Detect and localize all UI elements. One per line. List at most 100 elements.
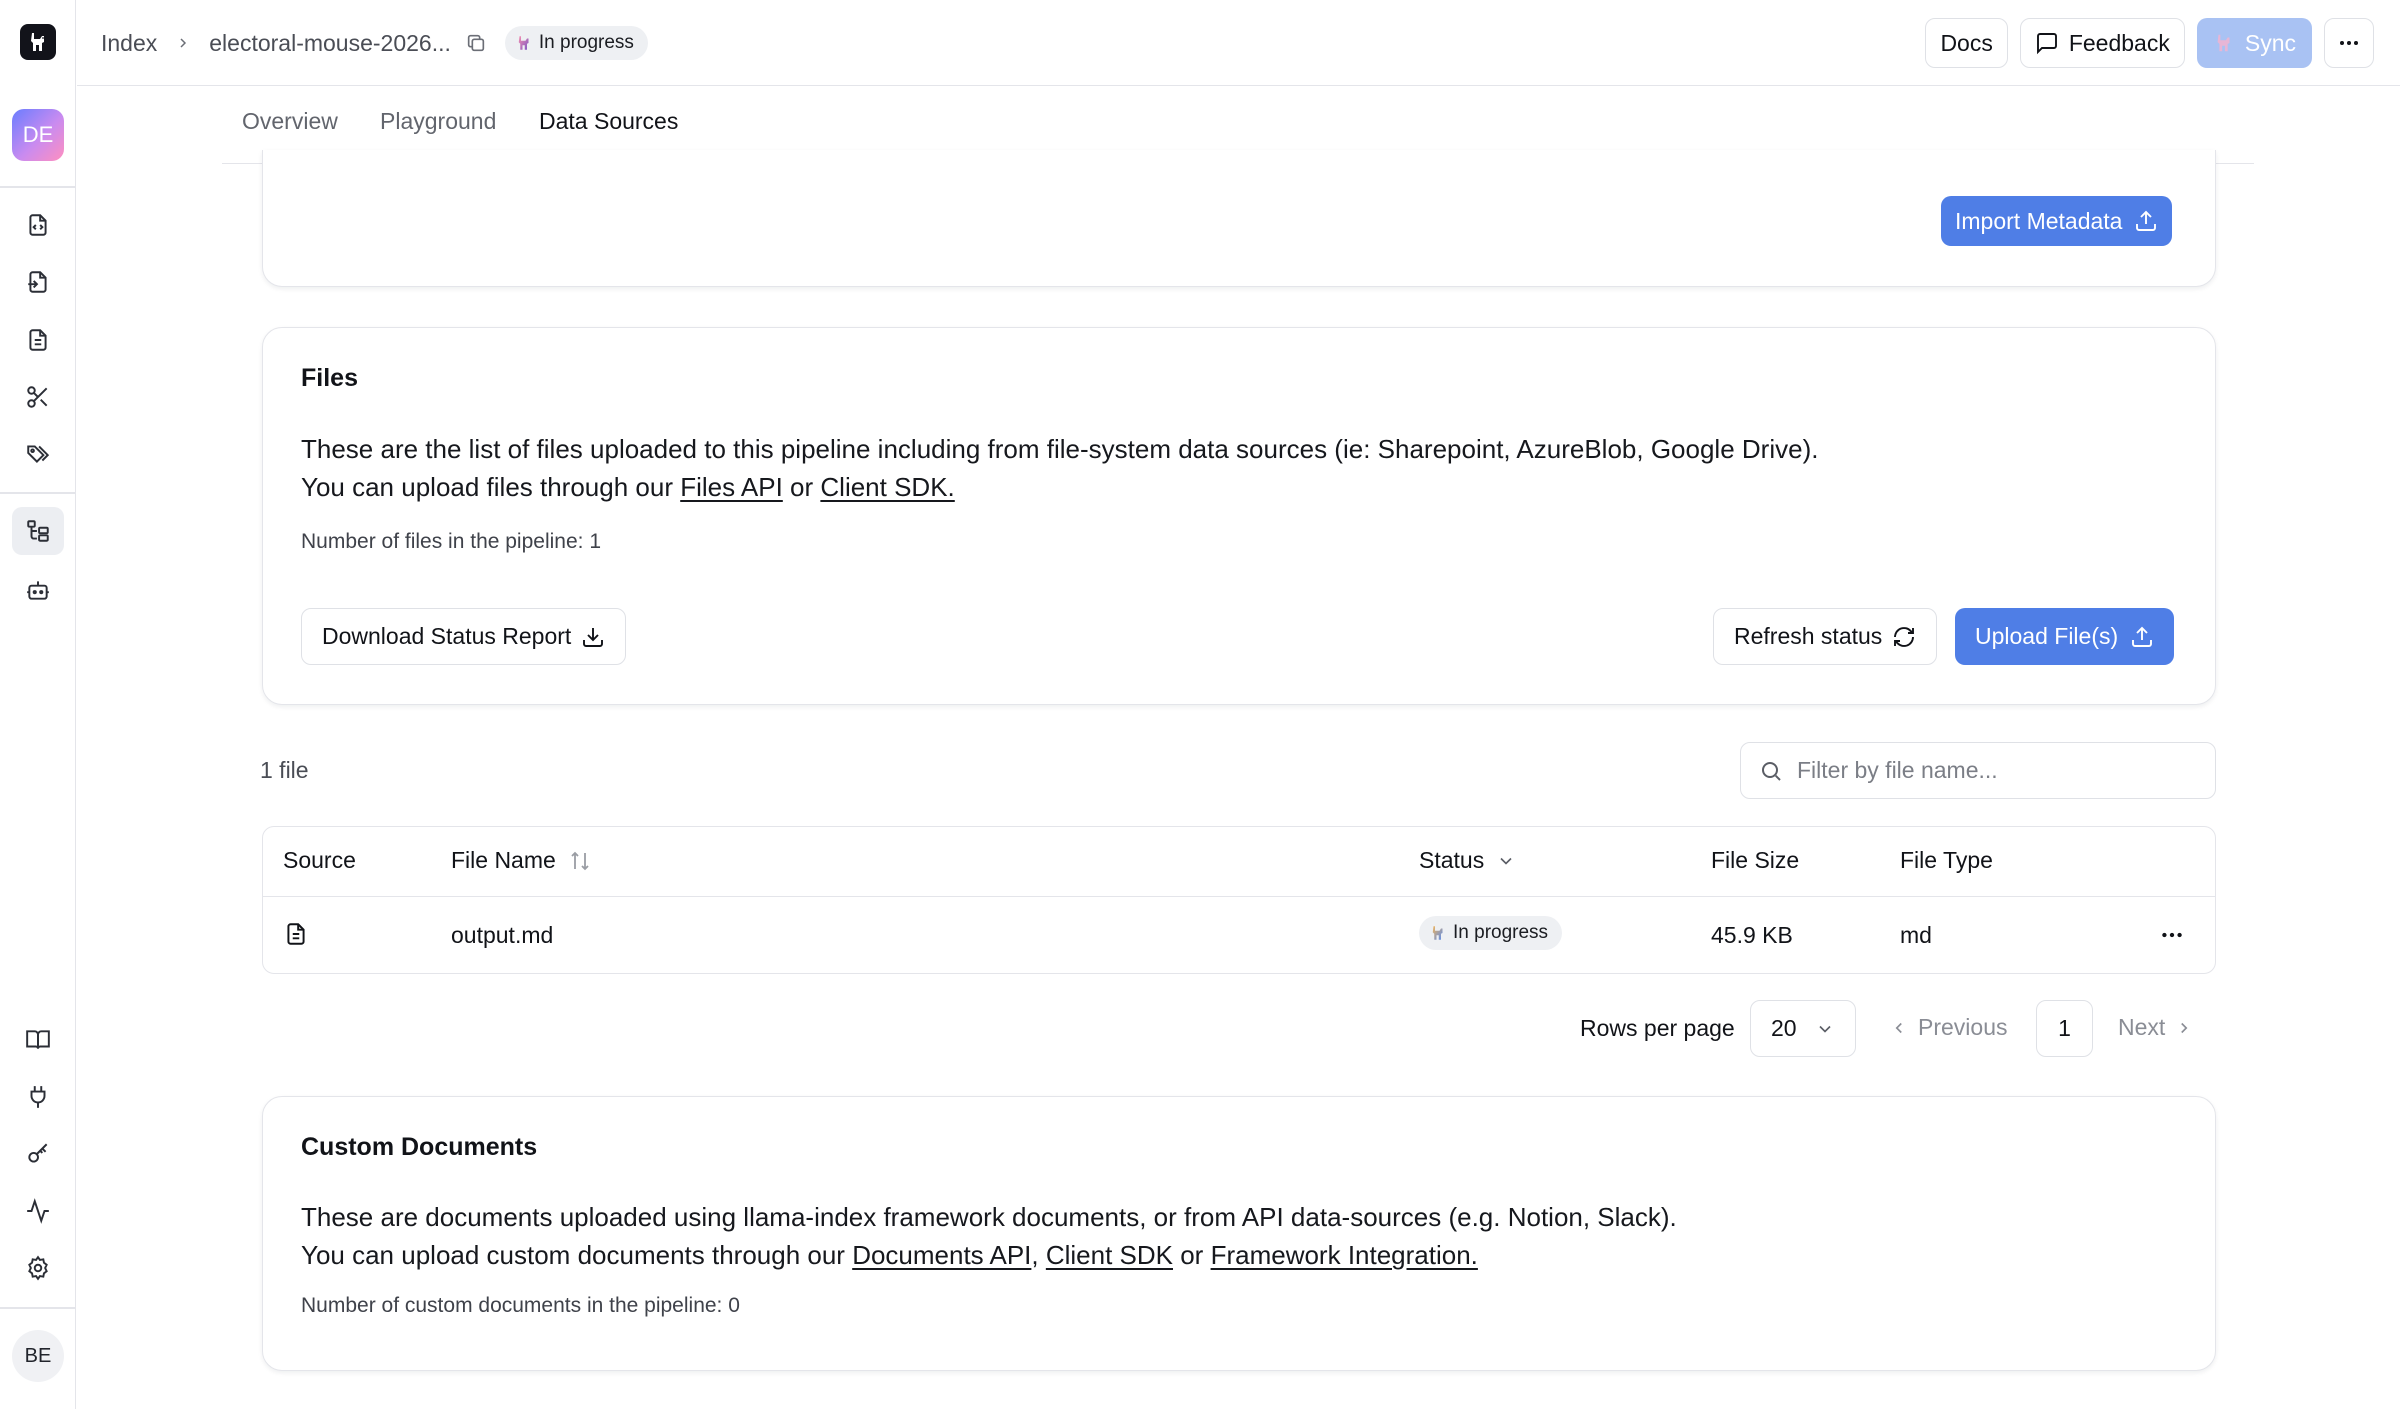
refresh-status-label: Refresh status [1734, 623, 1883, 649]
framework-integration-link[interactable]: Framework Integration. [1211, 1240, 1478, 1270]
files-line2-or: or [782, 472, 821, 502]
rail-divider [0, 186, 76, 188]
message-square-icon [2035, 31, 2059, 55]
chevron-right-icon [2175, 1019, 2193, 1037]
rows-per-page-select[interactable]: 20 [1750, 1000, 1856, 1057]
previous-page-button[interactable]: Previous [1890, 1014, 2007, 1041]
row-more-options-icon[interactable] [2159, 922, 2185, 948]
breadcrumb: Index electoral-mouse-2026... In progres… [101, 22, 648, 64]
column-file-type: File Type [1900, 847, 1993, 873]
rail-document-icon[interactable] [12, 316, 64, 364]
rows-per-page-label: Rows per page [1580, 1015, 1735, 1041]
custom-documents-title: Custom Documents [301, 1133, 538, 1161]
rail-integrations-plug-icon[interactable] [12, 1073, 64, 1121]
chevron-right-icon [175, 35, 191, 51]
import-metadata-label: Import Metadata [1955, 207, 2123, 234]
table-row[interactable]: output.md In progress 45.9 KB md [263, 898, 2215, 973]
file-filter-input[interactable] [1797, 757, 2197, 784]
file-text-icon [283, 921, 309, 947]
current-page-button[interactable]: 1 [2036, 1000, 2093, 1057]
refresh-icon [1892, 625, 1916, 649]
feedback-button[interactable]: Feedback [2019, 18, 2185, 68]
files-card-title: Files [301, 364, 358, 392]
llama-status-icon [1429, 924, 1447, 942]
files-table: Source File Name Status File Size File T… [262, 826, 2216, 974]
column-source: Source [283, 847, 356, 873]
rail-api-key-icon[interactable] [12, 1130, 64, 1178]
sync-label: Sync [2244, 29, 2296, 56]
rail-extract-icon[interactable] [12, 258, 64, 306]
breadcrumb-index-link[interactable]: Index [101, 30, 157, 57]
more-options-button[interactable] [2324, 18, 2374, 68]
upload-icon [2130, 625, 2154, 649]
breadcrumb-current-pipeline: electoral-mouse-2026... [209, 29, 451, 56]
sort-arrows-icon[interactable] [568, 849, 592, 873]
top-bar: Index electoral-mouse-2026... In progres… [77, 0, 2400, 86]
rail-split-scissors-icon[interactable] [12, 373, 64, 421]
documents-api-link[interactable]: Documents API [852, 1240, 1031, 1270]
row-file-size: 45.9 KB [1711, 922, 1793, 948]
files-description-line-2: You can upload files through our Files A… [301, 468, 1818, 506]
upload-files-label: Upload File(s) [1975, 623, 2119, 649]
llama-logo-icon[interactable] [20, 24, 56, 60]
row-file-name: output.md [451, 922, 554, 948]
chevron-left-icon [1890, 1019, 1908, 1037]
file-filter [1740, 742, 2216, 799]
download-icon [581, 625, 605, 649]
rail-divider [0, 1307, 76, 1309]
download-status-report-button[interactable]: Download Status Report [301, 608, 627, 665]
files-description-line-1: These are the list of files uploaded to … [301, 434, 1819, 464]
rail-index-tree-icon[interactable] [12, 507, 64, 555]
previous-page-label: Previous [1918, 1014, 2008, 1040]
rail-settings-gear-icon[interactable] [12, 1244, 64, 1292]
import-metadata-button[interactable]: Import Metadata [1941, 196, 2173, 246]
rail-agent-bot-icon[interactable] [12, 566, 64, 614]
left-rail: DE BE [0, 0, 76, 1409]
header-actions: Docs Feedback Sync [1925, 18, 2374, 68]
file-count-label: 1 file [260, 757, 309, 783]
upload-files-button[interactable]: Upload File(s) [1955, 608, 2175, 665]
rail-docs-book-icon[interactable] [12, 1016, 64, 1064]
custom-description-line-1: These are documents uploaded using llama… [301, 1202, 1677, 1232]
metadata-card: Import Metadata [262, 150, 2216, 287]
refresh-status-button[interactable]: Refresh status [1713, 608, 1938, 665]
search-icon [1759, 759, 1783, 783]
files-api-link[interactable]: Files API [680, 472, 783, 502]
more-horizontal-icon [2337, 31, 2361, 55]
upload-icon [2134, 209, 2158, 233]
column-status[interactable]: Status [1419, 847, 1516, 874]
custom-documents-description: These are documents uploaded using llama… [301, 1198, 1677, 1274]
row-status-label: In progress [1453, 922, 1549, 943]
files-count-note: Number of files in the pipeline: 1 [301, 530, 601, 553]
project-avatar[interactable]: DE [12, 109, 64, 161]
custom-description-line-2: You can upload custom documents through … [301, 1236, 1677, 1274]
column-file-size: File Size [1711, 847, 1800, 873]
download-status-report-label: Download Status Report [322, 623, 572, 649]
next-page-label: Next [2118, 1014, 2166, 1040]
docs-button[interactable]: Docs [1925, 18, 2008, 68]
column-status-label: Status [1419, 847, 1485, 873]
rail-tags-icon[interactable] [12, 430, 64, 478]
copy-icon[interactable] [465, 32, 487, 54]
feedback-label: Feedback [2068, 29, 2170, 56]
rail-parse-icon[interactable] [12, 201, 64, 249]
custom-line2-prefix: You can upload custom documents through … [301, 1240, 853, 1270]
next-page-button[interactable]: Next [2118, 1014, 2193, 1041]
rail-activity-icon[interactable] [12, 1187, 64, 1235]
sync-button[interactable]: Sync [2196, 18, 2312, 68]
pipeline-status-badge: In progress [504, 26, 648, 60]
column-file-name-label: File Name [451, 847, 556, 873]
files-line2-prefix: You can upload files through our [301, 472, 681, 502]
column-file-name[interactable]: File Name [451, 847, 592, 874]
llama-sync-icon [2213, 32, 2235, 54]
user-avatar[interactable]: BE [12, 1330, 64, 1382]
custom-line2-comma: , [1031, 1240, 1046, 1270]
chevron-down-icon [1815, 1019, 1835, 1039]
custom-documents-count-note: Number of custom documents in the pipeli… [301, 1294, 740, 1317]
pipeline-status-label: In progress [538, 32, 634, 53]
custom-client-sdk-link[interactable]: Client SDK [1046, 1240, 1173, 1270]
row-status-badge: In progress [1419, 916, 1563, 950]
client-sdk-link[interactable]: Client SDK. [820, 472, 954, 502]
files-card: Files These are the list of files upload… [262, 327, 2216, 705]
rows-per-page-value: 20 [1771, 1015, 1797, 1041]
